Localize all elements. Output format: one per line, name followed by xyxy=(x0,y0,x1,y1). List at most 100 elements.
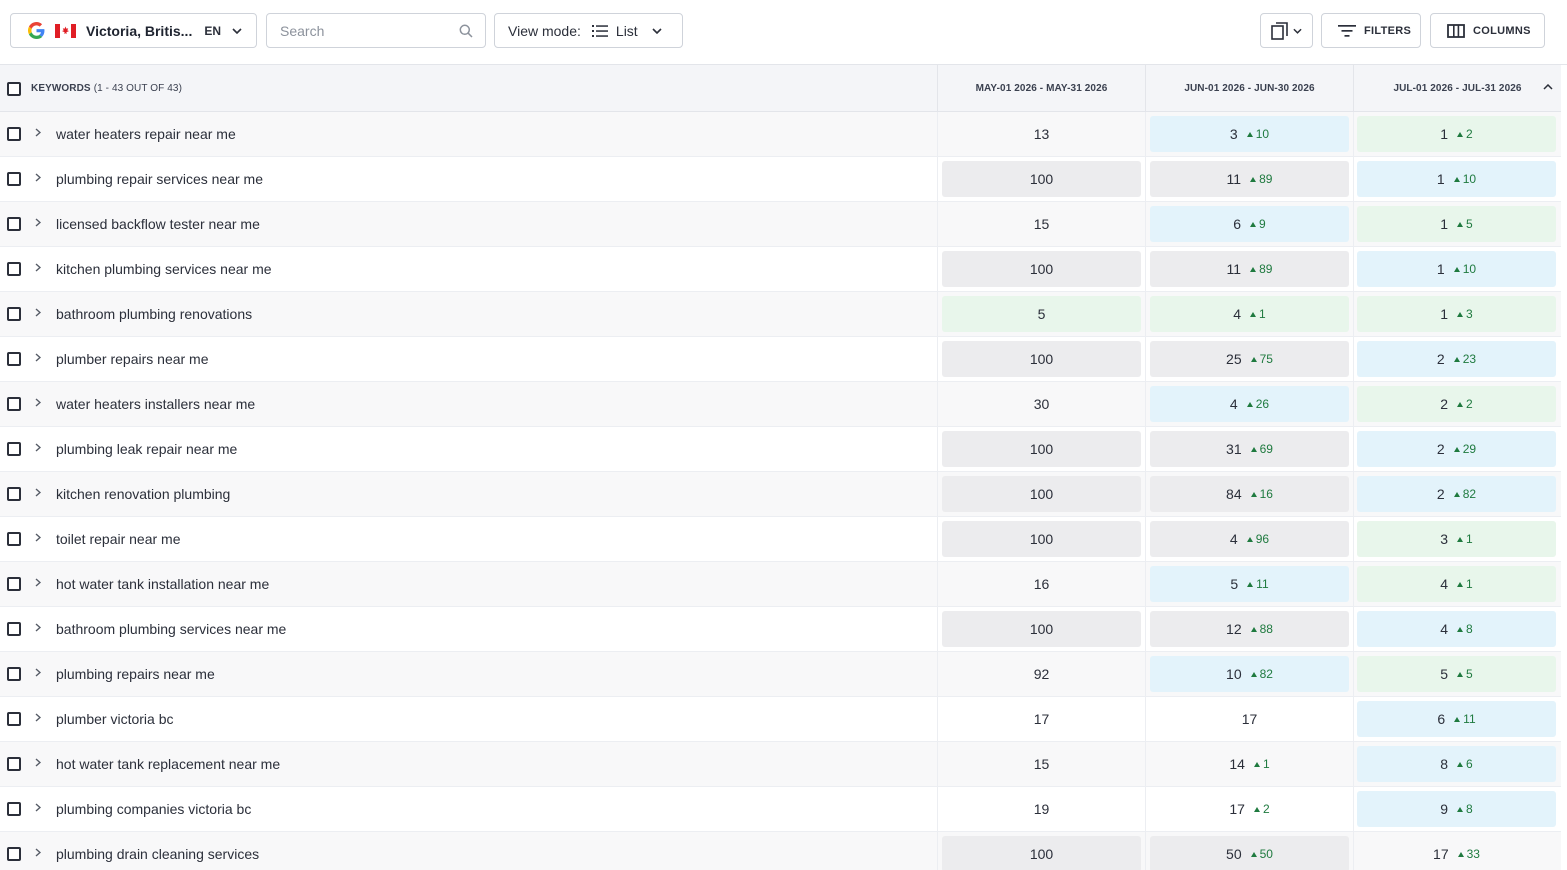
row-checkbox[interactable] xyxy=(7,442,21,456)
rank-cell[interactable]: 100 xyxy=(942,836,1141,870)
table-row[interactable]: plumbing leak repair near me 100 31 69 2 29 xyxy=(0,427,1567,472)
table-row[interactable]: licensed backflow tester near me 15 6 9 1 5 xyxy=(0,202,1567,247)
rank-cell[interactable]: 11 89 xyxy=(1150,251,1349,287)
rank-cell[interactable]: 86 xyxy=(1357,746,1556,782)
table-row[interactable]: plumbing drain cleaning services 100 50 50 1… xyxy=(0,832,1567,870)
expand-chevron-icon[interactable] xyxy=(35,668,42,680)
table-row[interactable]: water heaters installers near me 30 4 26 2 2 xyxy=(0,382,1567,427)
rank-cell[interactable]: 100 xyxy=(942,611,1141,647)
row-checkbox[interactable] xyxy=(7,172,21,186)
rank-cell[interactable]: 41 xyxy=(1357,566,1556,602)
row-checkbox[interactable] xyxy=(7,127,21,141)
rank-cell[interactable]: 50 50 xyxy=(1150,836,1349,870)
rank-cell[interactable]: 100 xyxy=(942,476,1141,512)
table-row[interactable]: plumbing repairs near me 92 10 82 5 5 xyxy=(0,652,1567,697)
expand-chevron-icon[interactable] xyxy=(35,533,42,545)
row-checkbox[interactable] xyxy=(7,217,21,231)
rank-cell[interactable]: 17 33 xyxy=(1357,836,1556,870)
rank-cell[interactable]: 100 xyxy=(942,341,1141,377)
rank-cell[interactable]: 13 xyxy=(942,116,1141,152)
rank-cell[interactable]: 22 xyxy=(1357,386,1556,422)
rank-cell[interactable]: 92 xyxy=(942,656,1141,692)
row-checkbox[interactable] xyxy=(7,487,21,501)
table-row[interactable]: bathroom plumbing services near me 100 12 8… xyxy=(0,607,1567,652)
column-header-jul[interactable]: JUL-01 2026 - JUL-31 2026 xyxy=(1353,65,1561,112)
rank-cell[interactable]: 2 29 xyxy=(1357,431,1556,467)
search-box[interactable] xyxy=(266,13,486,48)
table-row[interactable]: plumbing repair services near me 100 11 89 1… xyxy=(0,157,1567,202)
expand-chevron-icon[interactable] xyxy=(35,128,42,140)
view-mode-selector[interactable]: View mode: List xyxy=(494,13,683,48)
chevron-up-icon[interactable] xyxy=(1543,84,1553,90)
expand-chevron-icon[interactable] xyxy=(35,803,42,815)
rank-cell[interactable]: 98 xyxy=(1357,791,1556,827)
rank-cell[interactable]: 2 23 xyxy=(1357,341,1556,377)
location-selector[interactable]: Victoria, Britis... EN xyxy=(10,13,257,48)
table-row[interactable]: plumber victoria bc 17 17 6 11 xyxy=(0,697,1567,742)
rank-cell[interactable]: 17 xyxy=(942,701,1141,737)
rank-cell[interactable]: 15 xyxy=(942,206,1141,242)
table-row[interactable]: kitchen renovation plumbing 100 84 16 2 82 xyxy=(0,472,1567,517)
rank-cell[interactable]: 41 xyxy=(1150,296,1349,332)
scrollbar[interactable] xyxy=(1561,65,1567,870)
rank-cell[interactable]: 2 82 xyxy=(1357,476,1556,512)
rank-cell[interactable]: 69 xyxy=(1150,206,1349,242)
row-checkbox[interactable] xyxy=(7,262,21,276)
table-row[interactable]: water heaters repair near me 13 3 10 1 2 xyxy=(0,112,1567,157)
expand-chevron-icon[interactable] xyxy=(35,173,42,185)
table-row[interactable]: hot water tank replacement near me 15 14 1 8… xyxy=(0,742,1567,787)
rank-cell[interactable]: 31 xyxy=(1357,521,1556,557)
expand-chevron-icon[interactable] xyxy=(35,488,42,500)
rank-cell[interactable]: 16 xyxy=(942,566,1141,602)
row-checkbox[interactable] xyxy=(7,667,21,681)
rank-cell[interactable]: 10 82 xyxy=(1150,656,1349,692)
copy-button[interactable] xyxy=(1260,13,1313,48)
expand-chevron-icon[interactable] xyxy=(35,713,42,725)
rank-cell[interactable]: 100 xyxy=(942,251,1141,287)
row-checkbox[interactable] xyxy=(7,577,21,591)
expand-chevron-icon[interactable] xyxy=(35,398,42,410)
expand-chevron-icon[interactable] xyxy=(35,848,42,860)
rank-cell[interactable]: 15 xyxy=(942,746,1141,782)
rank-cell[interactable]: 25 75 xyxy=(1150,341,1349,377)
rank-cell[interactable]: 12 88 xyxy=(1150,611,1349,647)
expand-chevron-icon[interactable] xyxy=(35,218,42,230)
row-checkbox[interactable] xyxy=(7,847,21,861)
rank-cell[interactable]: 17 2 xyxy=(1150,791,1349,827)
expand-chevron-icon[interactable] xyxy=(35,758,42,770)
row-checkbox[interactable] xyxy=(7,622,21,636)
row-checkbox[interactable] xyxy=(7,757,21,771)
rank-cell[interactable]: 31 69 xyxy=(1150,431,1349,467)
expand-chevron-icon[interactable] xyxy=(35,623,42,635)
rank-cell[interactable]: 4 26 xyxy=(1150,386,1349,422)
column-header-jun[interactable]: JUN-01 2026 - JUN-30 2026 xyxy=(1145,65,1353,112)
search-input[interactable] xyxy=(280,22,450,39)
rank-cell[interactable]: 15 xyxy=(1357,206,1556,242)
rank-cell[interactable]: 4 96 xyxy=(1150,521,1349,557)
expand-chevron-icon[interactable] xyxy=(35,443,42,455)
rank-cell[interactable]: 11 89 xyxy=(1150,161,1349,197)
expand-chevron-icon[interactable] xyxy=(35,308,42,320)
rank-cell[interactable]: 3 10 xyxy=(1150,116,1349,152)
rank-cell[interactable]: 1 10 xyxy=(1357,251,1556,287)
expand-chevron-icon[interactable] xyxy=(35,263,42,275)
rank-cell[interactable]: 6 11 xyxy=(1357,701,1556,737)
rank-cell[interactable]: 1 10 xyxy=(1357,161,1556,197)
rank-cell[interactable]: 19 xyxy=(942,791,1141,827)
rank-cell[interactable]: 55 xyxy=(1357,656,1556,692)
table-row[interactable]: plumber repairs near me 100 25 75 2 23 xyxy=(0,337,1567,382)
row-checkbox[interactable] xyxy=(7,712,21,726)
table-row[interactable]: hot water tank installation near me 16 5 11… xyxy=(0,562,1567,607)
expand-chevron-icon[interactable] xyxy=(35,353,42,365)
row-checkbox[interactable] xyxy=(7,352,21,366)
filters-button[interactable]: FILTERS xyxy=(1321,13,1421,48)
rank-cell[interactable]: 5 xyxy=(942,296,1141,332)
row-checkbox[interactable] xyxy=(7,532,21,546)
rank-cell[interactable]: 100 xyxy=(942,521,1141,557)
row-checkbox[interactable] xyxy=(7,802,21,816)
column-header-may[interactable]: MAY-01 2026 - MAY-31 2026 xyxy=(937,65,1145,112)
rank-cell[interactable]: 100 xyxy=(942,431,1141,467)
keywords-header[interactable]: KEYWORDS (1 - 43 OUT OF 43) xyxy=(0,65,937,112)
rank-cell[interactable]: 17 xyxy=(1150,701,1349,737)
rank-cell[interactable]: 48 xyxy=(1357,611,1556,647)
